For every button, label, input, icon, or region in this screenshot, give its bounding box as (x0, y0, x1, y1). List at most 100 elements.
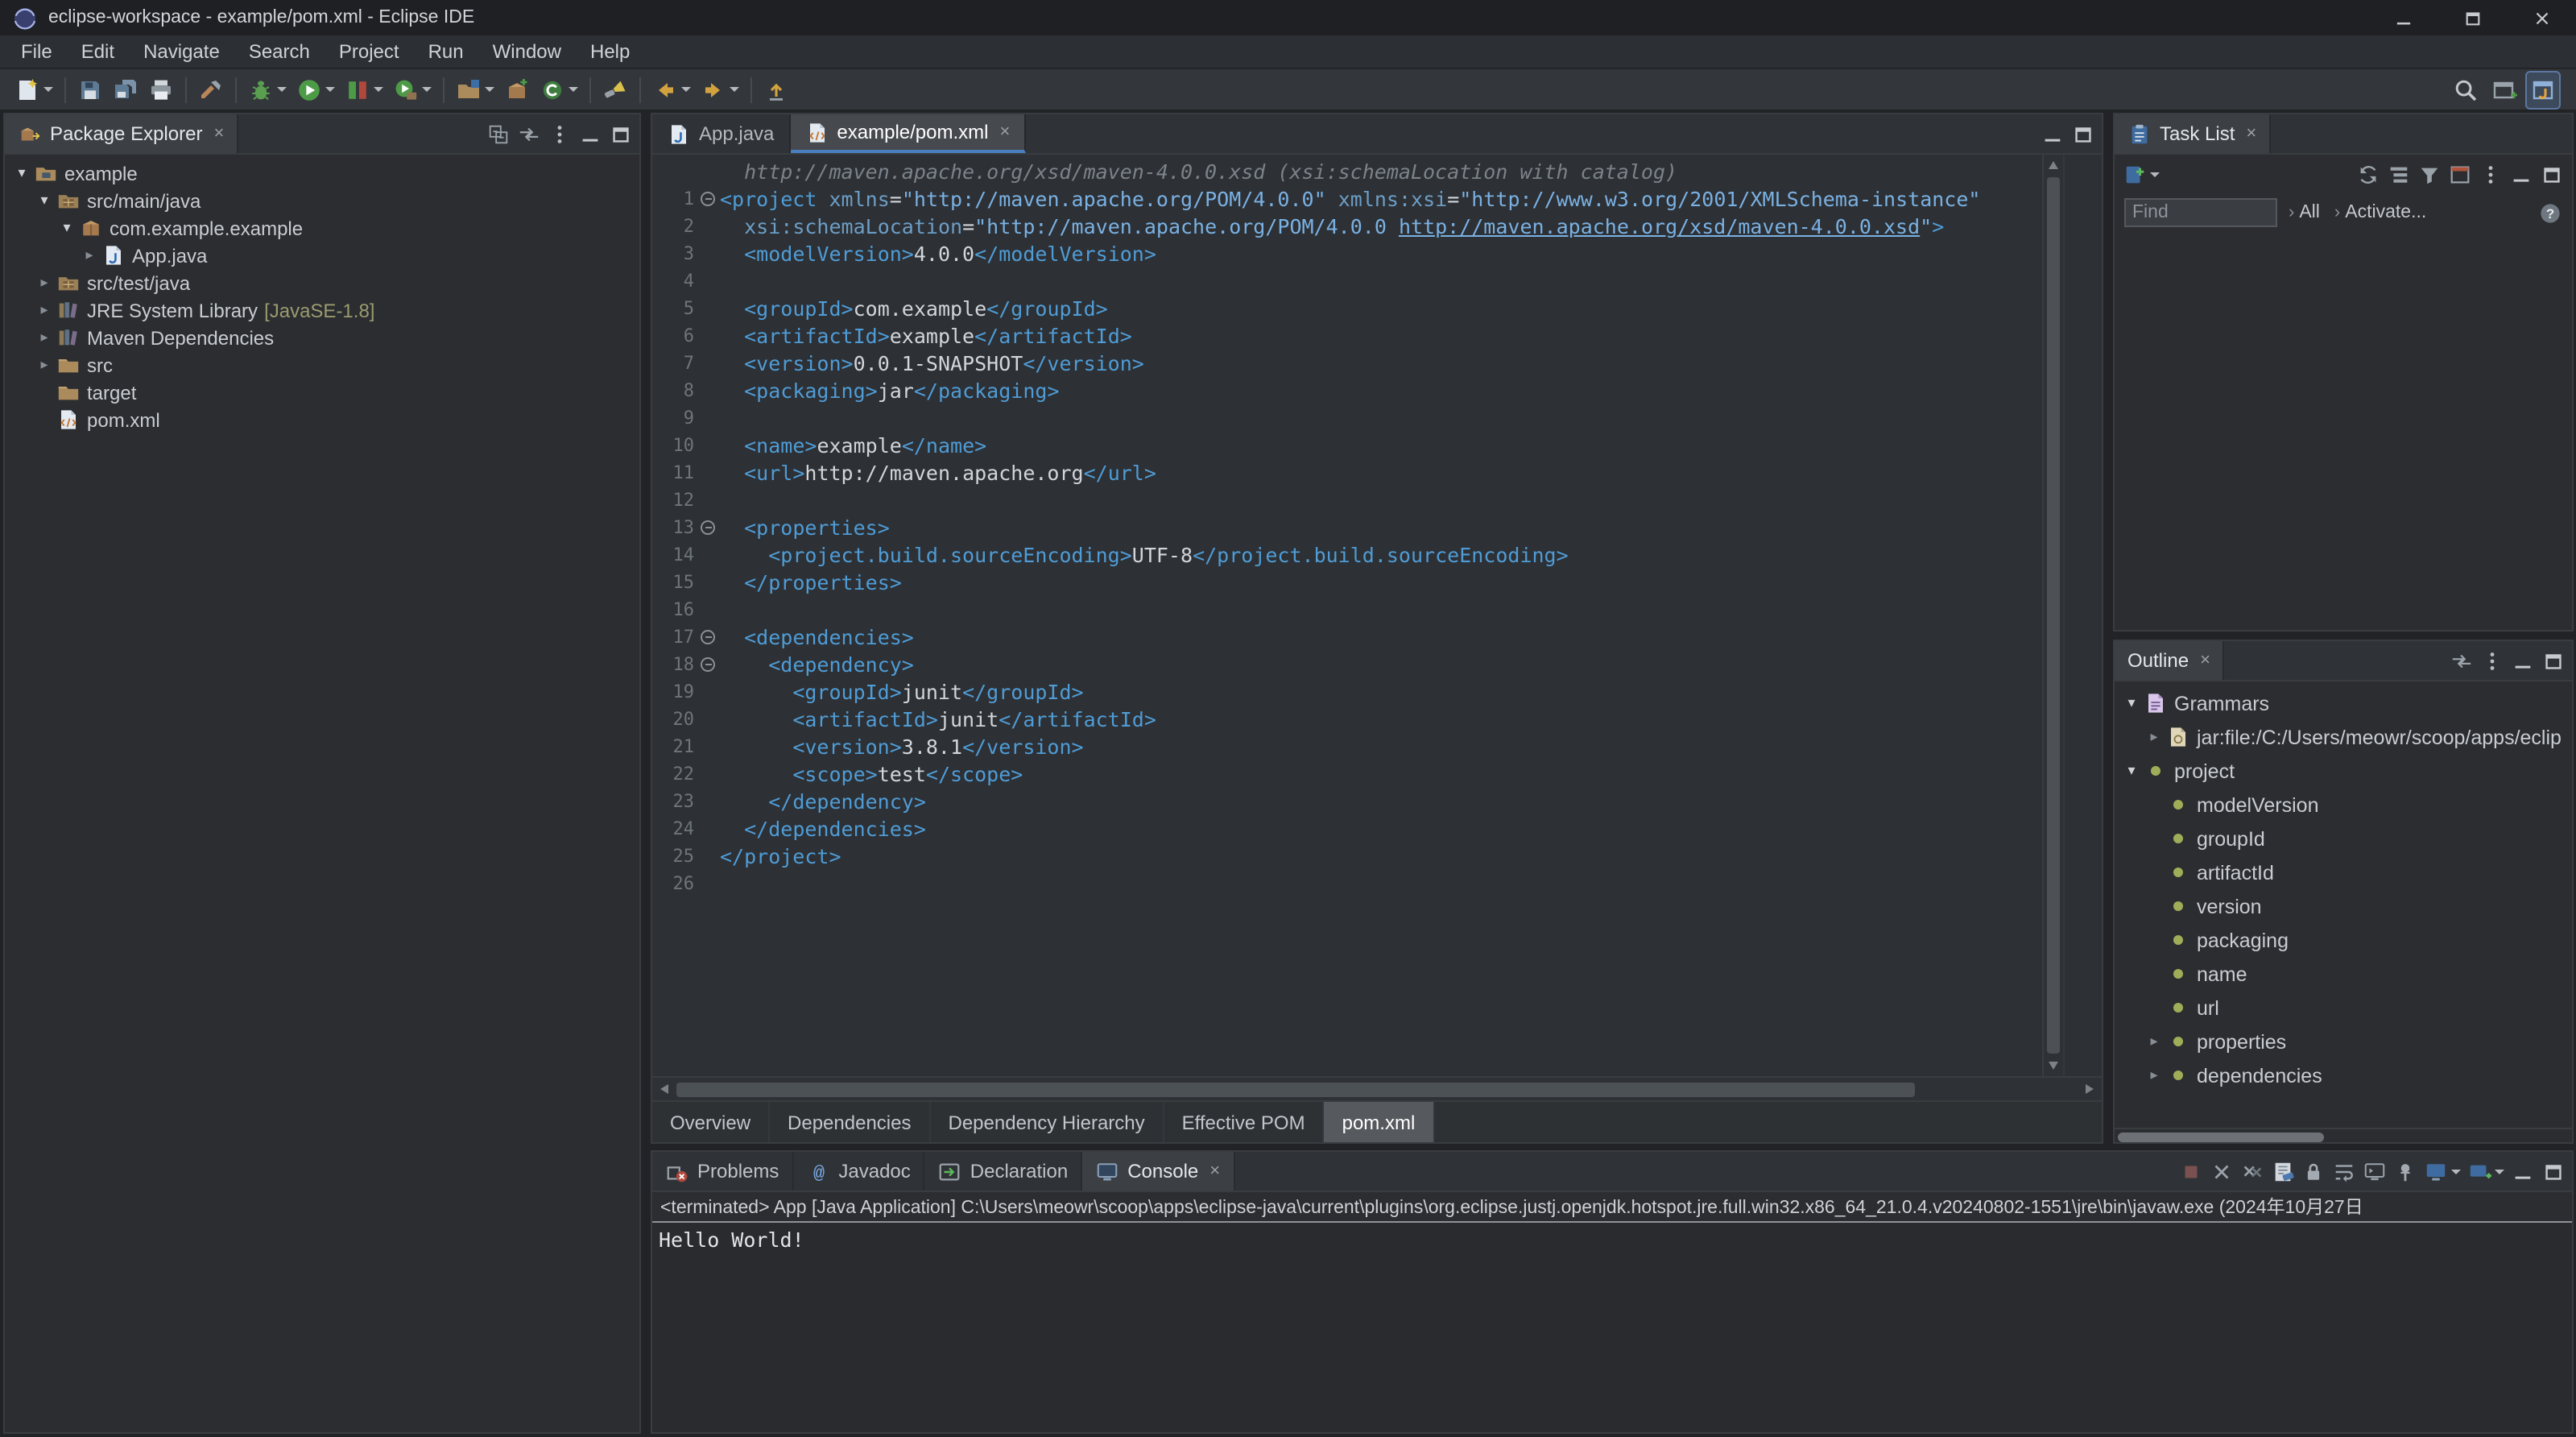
dropdown-caret-icon[interactable] (681, 87, 691, 92)
tree-item-src-test-java[interactable]: ▸ src/test/java (5, 269, 639, 296)
save-all-button[interactable] (110, 72, 142, 107)
dropdown-caret-icon[interactable] (422, 87, 432, 92)
fold-marker-icon[interactable] (697, 623, 720, 651)
tree-item-properties[interactable]: ▸ properties (2115, 1025, 2572, 1058)
link-with-editor-button[interactable] (517, 122, 541, 146)
maximize-button[interactable] (2540, 162, 2564, 186)
code-line[interactable]: 20 <artifactId>junit</artifactId> (655, 706, 2042, 733)
scroll-down-icon[interactable] (2049, 1062, 2058, 1070)
code-line[interactable]: 18 <dependency> (655, 651, 2042, 678)
clear-console-button[interactable] (2271, 1159, 2295, 1183)
dropdown-caret-icon[interactable] (2495, 1169, 2504, 1174)
minimize-button[interactable] (2041, 122, 2065, 146)
tree-item-packaging[interactable]: packaging (2115, 923, 2572, 957)
task-list-link-all[interactable]: › All (2289, 203, 2320, 222)
scroll-lock-button[interactable] (2301, 1159, 2326, 1183)
tree-item-groupid[interactable]: groupId (2115, 822, 2572, 855)
tree-item-maven-dependencies[interactable]: ▸ Maven Dependencies (5, 324, 639, 351)
focus-workweek-button[interactable] (2448, 162, 2472, 186)
console-tab-javadoc[interactable]: @ Javadoc (793, 1152, 925, 1191)
dropdown-caret-icon[interactable] (374, 87, 383, 92)
tree-item-jre-system-library[interactable]: ▸ JRE System Library [JavaSE-1.8] (5, 296, 639, 324)
pom-page-tab-pom-xml[interactable]: pom.xml (1324, 1102, 1435, 1142)
maximize-button[interactable] (2071, 122, 2095, 146)
dropdown-caret-icon[interactable] (277, 87, 287, 92)
minimize-button[interactable] (2369, 0, 2438, 35)
maximize-button[interactable] (609, 122, 633, 146)
code-editor[interactable]: http://maven.apache.org/xsd/maven-4.0.0.… (652, 155, 2102, 1076)
collapsed-arrow-icon[interactable]: ▸ (79, 247, 100, 263)
build-all-button[interactable] (195, 72, 227, 107)
menu-project[interactable]: Project (325, 35, 414, 68)
menu-help[interactable]: Help (576, 35, 644, 68)
tab-outline[interactable]: Outline × (2115, 641, 2225, 680)
tree-item-artifactid[interactable]: artifactId (2115, 855, 2572, 889)
close-view-icon[interactable]: × (2246, 124, 2256, 143)
vertical-scroll-thumb[interactable] (2047, 177, 2060, 1054)
code-line[interactable]: 24 </dependencies> (655, 815, 2042, 843)
coverage-button[interactable] (341, 72, 387, 107)
code-line[interactable]: 10 <name>example</name> (655, 432, 2042, 459)
tree-item-com-example-example[interactable]: ▾ com.example.example (5, 214, 639, 242)
forward-button[interactable] (697, 72, 742, 107)
dropdown-caret-icon[interactable] (2150, 172, 2160, 176)
code-line[interactable]: 23 </dependency> (655, 788, 2042, 815)
quick-search-button[interactable] (2450, 72, 2482, 107)
close-view-icon[interactable]: × (213, 124, 224, 143)
collapsed-arrow-icon[interactable]: ▸ (34, 329, 55, 346)
show-stdout-button[interactable] (2363, 1159, 2387, 1183)
maximize-button[interactable] (2541, 648, 2566, 673)
expanded-arrow-icon[interactable]: ▾ (56, 220, 77, 236)
tree-item-target[interactable]: target (5, 379, 639, 406)
fold-marker-icon[interactable] (697, 514, 720, 541)
pom-page-tab-effective-pom[interactable]: Effective POM (1164, 1102, 1325, 1142)
code-line[interactable]: 15 </properties> (655, 569, 2042, 596)
expanded-arrow-icon[interactable]: ▾ (11, 165, 32, 181)
console-tab-declaration[interactable]: Declaration (925, 1152, 1083, 1191)
display-selected-console-button[interactable] (2424, 1159, 2461, 1183)
collapsed-arrow-icon[interactable]: ▸ (34, 275, 55, 291)
dropdown-caret-icon[interactable] (2451, 1169, 2461, 1174)
collapse-all-button[interactable] (486, 122, 511, 146)
open-console-button[interactable] (2467, 1159, 2504, 1183)
menu-navigate[interactable]: Navigate (129, 35, 234, 68)
fold-marker-icon[interactable] (697, 185, 720, 213)
tree-item-app-java[interactable]: ▸ App.java (5, 242, 639, 269)
scroll-left-icon[interactable] (660, 1084, 668, 1094)
remove-launch-button[interactable] (2210, 1159, 2234, 1183)
code-line[interactable]: 25 </project> (655, 843, 2042, 870)
tree-item-pom-xml[interactable]: pom.xml (5, 406, 639, 433)
synchronize-button[interactable] (2356, 162, 2380, 186)
tree-item-modelversion[interactable]: modelVersion (2115, 788, 2572, 822)
scroll-right-icon[interactable] (2086, 1084, 2094, 1094)
maximize-button[interactable] (2541, 1159, 2566, 1183)
terminate-button[interactable] (2179, 1159, 2203, 1183)
tree-item-src[interactable]: ▸ src (5, 351, 639, 379)
code-line[interactable]: 5 <groupId>com.example</groupId> (655, 295, 2042, 322)
console-output[interactable]: Hello World! (652, 1223, 2572, 1432)
new-wizard-button[interactable] (11, 72, 56, 107)
last-edit-location-button[interactable] (760, 72, 792, 107)
dropdown-caret-icon[interactable] (569, 87, 578, 92)
close-tab-icon[interactable]: × (999, 122, 1010, 141)
dropdown-caret-icon[interactable] (730, 87, 739, 92)
code-line[interactable]: 21 <version>3.8.1</version> (655, 733, 2042, 760)
expanded-arrow-icon[interactable]: ▾ (34, 193, 55, 209)
editor-horizontal-scrollbar[interactable] (652, 1076, 2102, 1100)
dropdown-caret-icon[interactable] (485, 87, 494, 92)
editor-tab-app-java[interactable]: App.java (652, 114, 791, 153)
remove-all-launches-button[interactable] (2240, 1159, 2264, 1183)
pom-page-tab-overview[interactable]: Overview (652, 1102, 771, 1142)
collapsed-arrow-icon[interactable]: ▸ (2144, 1067, 2165, 1083)
tree-item-dependencies[interactable]: ▸ dependencies (2115, 1058, 2572, 1092)
new-class-button[interactable] (536, 72, 581, 107)
print-button[interactable] (145, 72, 177, 107)
minimize-button[interactable] (2511, 648, 2535, 673)
new-java-project-button[interactable] (453, 72, 498, 107)
maximize-button[interactable] (2438, 0, 2508, 35)
debug-button[interactable] (245, 72, 290, 107)
code-line[interactable]: 6 <artifactId>example</artifactId> (655, 322, 2042, 350)
dropdown-caret-icon[interactable] (43, 87, 53, 92)
code-line[interactable]: 8 <packaging>jar</packaging> (655, 377, 2042, 404)
tree-item-url[interactable]: url (2115, 991, 2572, 1025)
